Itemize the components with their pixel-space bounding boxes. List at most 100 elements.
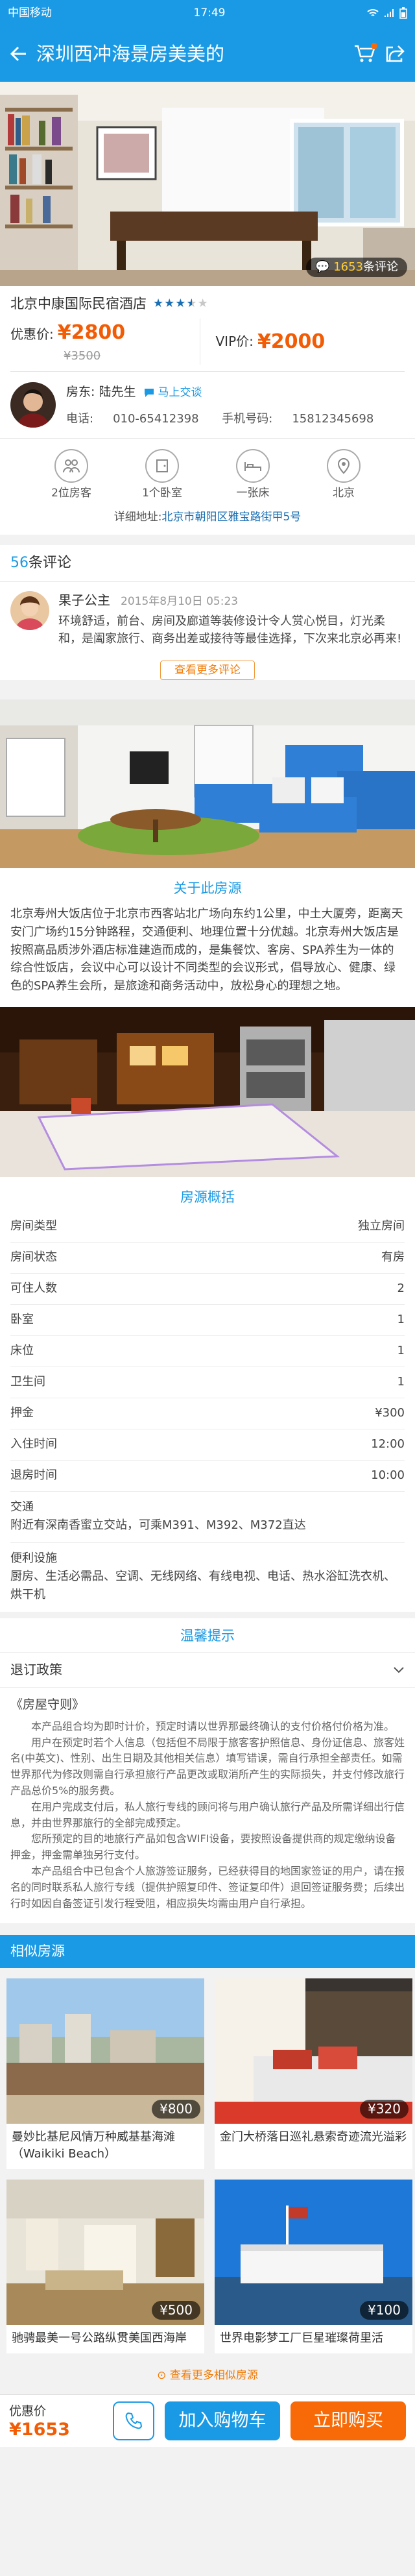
similar-item-price: ¥800 <box>152 2099 200 2119</box>
similar-item-title: 曼妙比基尼风情万种威基基海滩（Waikiki Beach） <box>12 2130 175 2161</box>
original-price: ¥3500 <box>64 348 101 363</box>
call-button[interactable] <box>113 2401 154 2440</box>
facility-bed: 一张床 <box>227 449 279 502</box>
similar-item-image: ¥500 <box>6 2179 204 2325</box>
status-icons <box>367 7 407 19</box>
overview-row: 可住人数 2 <box>10 1274 405 1305</box>
host-info: 房东: 陆先生 马上交谈 电话: 010-65412398 手机号码: 158123… <box>0 372 415 439</box>
notice-section: 温馨提示 退订政策 《房屋守则》 本产品组合均为即时计价，预定时请以世界那最终确… <box>0 1618 415 1924</box>
overview-row-value: 独立房间 <box>358 1219 405 1233</box>
transport-label: 交通 <box>10 1500 34 1514</box>
cart-badge-dot <box>371 43 377 49</box>
chat-button[interactable]: 马上交谈 <box>143 385 202 401</box>
reviewer-name: 果子公主 <box>58 592 110 608</box>
reviews-section: 56条评论 果子公主 2015年8月10日 05:23 环境舒适，前台、房间及廊… <box>0 544 415 681</box>
overview-row: 房间类型 独立房间 <box>10 1211 405 1243</box>
amenities-label: 便利设施 <box>10 1551 57 1566</box>
facility-location: 北京 <box>318 449 370 502</box>
cart-icon[interactable] <box>354 43 377 64</box>
carrier-label: 中国移动 <box>8 6 52 19</box>
review-count-badge[interactable]: 💬 1653条评论 <box>306 257 407 277</box>
overview-row: 房间状态 有房 <box>10 1243 405 1274</box>
rule-paragraph: 在用户完成支付后，私人旅行专线的顾问将与用户确认旅行产品及所需详细出行信息，并由… <box>10 1800 405 1829</box>
house-rules-title: 《房屋守则》 <box>10 1697 85 1712</box>
overview-row-label: 入住时间 <box>10 1437 57 1452</box>
facility-label: 北京 <box>333 487 355 500</box>
member-price-value: ¥2800 <box>57 321 126 345</box>
review-count: 1653 <box>333 260 363 274</box>
star-icon: ★ <box>164 297 176 311</box>
review-item: 果子公主 2015年8月10日 05:23 环境舒适，前台、房间及廊道等装修设计… <box>0 582 415 657</box>
vip-price-value: ¥2000 <box>257 330 326 354</box>
similar-item[interactable]: ¥100 世界电影梦工厂巨星璀璨荷里活 <box>215 2179 412 2354</box>
similar-item-price: ¥500 <box>152 2300 200 2320</box>
overview-row-value: ¥300 <box>375 1406 405 1420</box>
overview-row-label: 退房时间 <box>10 1468 57 1483</box>
bottom-price-label: 优惠价 <box>9 2404 47 2419</box>
transport-block: 交通 附近有深南香蜜立交站，可乘M391、M392、M372直达 <box>10 1492 405 1544</box>
back-arrow-icon[interactable] <box>10 45 27 62</box>
overview-row-value: 有房 <box>381 1250 405 1264</box>
wifi-icon <box>367 9 379 16</box>
hero-photo[interactable]: 💬 1653条评论 <box>0 82 415 286</box>
facilities-section: 2位房客 1个卧室 一张床 北京 详细地址:北京市朝阳区雅宝路街甲5号 <box>0 438 415 535</box>
similar-section: 相似房源 ¥800 曼妙比基尼风情万种威基基海滩（Waikiki Beach） … <box>0 1935 415 2394</box>
buy-now-button[interactable]: 立即购买 <box>290 2401 406 2440</box>
facility-label: 1个卧室 <box>142 487 182 500</box>
overview-table: 房间类型 独立房间 房间状态 有房 可住人数 2 卧室 1 床位 1 卫生间 1 押金 ¥300 入住时间 1… <box>0 1211 415 1492</box>
similar-item[interactable]: ¥800 曼妙比基尼风情万种威基基海滩（Waikiki Beach） <box>6 1978 204 2169</box>
host-label: 房东: <box>66 385 95 400</box>
rule-paragraph: 本产品组合均为即时计价，预定时请以世界那最终确认的支付价格付价格为准。 <box>31 1719 395 1732</box>
overview-row-value: 1 <box>397 1344 405 1357</box>
host-avatar[interactable] <box>10 382 56 428</box>
overview-row-label: 押金 <box>10 1406 34 1420</box>
address-value[interactable]: 北京市朝阳区雅宝路街甲5号 <box>161 511 301 524</box>
amenities-block: 便利设施 厨房、生活必需品、空调、无线网络、有线电视、电话、热水浴缸洗衣机、烘干… <box>10 1543 405 1612</box>
amenities-text: 厨房、生活必需品、空调、无线网络、有线电视、电话、热水浴缸洗衣机、烘干机 <box>10 1570 396 1602</box>
overview-row-value: 1 <box>397 1375 405 1389</box>
house-rules: 《房屋守则》 本产品组合均为即时计价，预定时请以世界那最终确认的支付价格付价格为… <box>0 1688 415 1923</box>
similar-item-title: 金门大桥落日巡礼悬索奇迹流光溢彩 <box>220 2130 407 2144</box>
share-icon[interactable] <box>385 45 405 63</box>
member-price: 优惠价: ¥2800 ¥3500 <box>10 319 200 365</box>
overview-row: 入住时间 12:00 <box>10 1429 405 1461</box>
host-phone[interactable]: 010-65412398 <box>113 412 198 426</box>
living-room-image <box>0 82 415 286</box>
rule-paragraph: 本产品组合中已包含个人旅游签证服务，已经获得目的地国家签证的用户，请在报名的同时… <box>10 1864 405 1910</box>
overview-row-label: 房间状态 <box>10 1250 57 1264</box>
overview-row: 卫生间 1 <box>10 1367 405 1399</box>
chat-bubble-icon <box>145 389 154 398</box>
facility-label: 一张床 <box>236 487 270 500</box>
about-text: 北京寿州大饭店位于北京市西客站北广场向东约1公里，中土大厦旁，距离天安门广场约1… <box>10 906 403 993</box>
bottom-price: 优惠价 ¥1653 <box>9 2403 102 2438</box>
more-reviews-button[interactable]: 查看更多评论 <box>160 660 255 681</box>
room-photo-living[interactable] <box>0 699 415 869</box>
more-similar-label: 查看更多相似房源 <box>169 2369 258 2383</box>
overview-row: 押金 ¥300 <box>10 1398 405 1430</box>
add-to-cart-button[interactable]: 加入购物车 <box>165 2401 280 2440</box>
similar-item-title: 驰骋最美一号公路纵贯美国西海岸 <box>12 2331 187 2345</box>
reviews-count: 56 <box>10 554 29 571</box>
reviews-heading: 56条评论 <box>0 545 415 582</box>
hotel-info: 北京中康国际民宿酒店 ★★★★★ 优惠价: ¥2800 ¥3500 VIP价: … <box>0 286 415 372</box>
overview-row: 退房时间 10:00 <box>10 1461 405 1492</box>
notice-title: 温馨提示 <box>180 1627 235 1644</box>
guests-icon <box>54 449 88 483</box>
refund-policy-row[interactable]: 退订政策 <box>0 1652 415 1688</box>
location-pin-icon <box>327 449 361 483</box>
clock: 17:49 <box>193 6 226 19</box>
room-photo-kitchen[interactable] <box>0 1007 415 1178</box>
review-text: 环境舒适，前台、房间及廊道等装修设计令人赏心悦目，灯光柔和，是阖家旅行、商务出差… <box>58 614 402 646</box>
similar-item[interactable]: ¥500 驰骋最美一号公路纵贯美国西海岸 <box>6 2179 204 2354</box>
chevron-down-circle-icon: ⊙ <box>157 2369 167 2383</box>
overview-row-label: 可住人数 <box>10 1281 57 1295</box>
member-price-label: 优惠价: <box>10 326 54 343</box>
host-name: 陆先生 <box>99 385 136 400</box>
host-mobile[interactable]: 15812345698 <box>292 412 374 426</box>
mobile-label: 手机号码: <box>222 412 273 426</box>
more-similar-link[interactable]: ⊙ 查看更多相似房源 <box>0 2360 415 2394</box>
similar-item-image: ¥320 <box>215 1978 412 2124</box>
overview-row-label: 房间类型 <box>10 1219 57 1233</box>
similar-item[interactable]: ¥320 金门大桥落日巡礼悬索奇迹流光溢彩 <box>215 1978 412 2169</box>
vip-price: VIP价: ¥2000 <box>199 319 405 365</box>
